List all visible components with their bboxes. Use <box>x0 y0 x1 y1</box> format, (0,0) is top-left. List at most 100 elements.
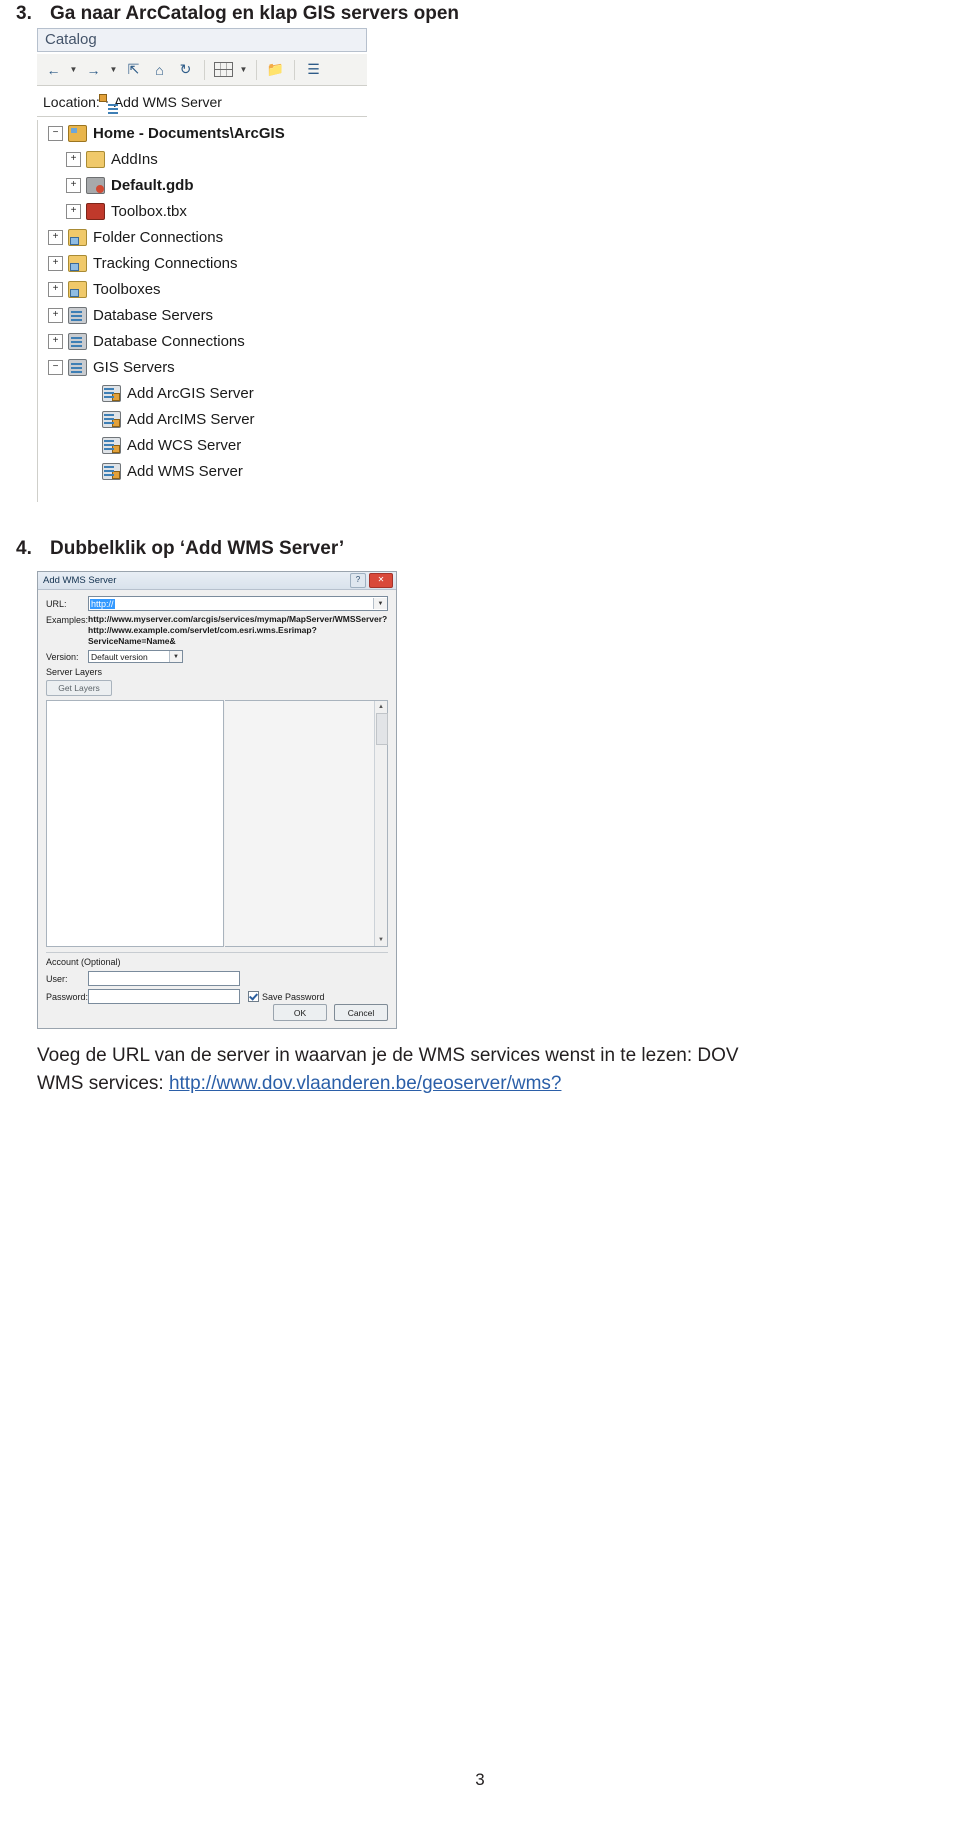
folder-connection-icon <box>68 228 87 246</box>
forward-chevron-down-icon[interactable]: ▼ <box>109 65 118 74</box>
password-row: Password: Save Password <box>46 989 388 1004</box>
collapse-icon[interactable]: − <box>48 359 63 375</box>
version-select[interactable]: Default version ▼ <box>88 650 183 663</box>
expand-icon[interactable]: + <box>66 203 81 219</box>
layer-details-scrollbar[interactable]: ▲ ▼ <box>374 701 388 946</box>
step-3-number: 3. <box>16 3 32 24</box>
expand-icon[interactable]: + <box>48 307 63 323</box>
toolboxes-icon <box>68 280 87 298</box>
step-3: 3. Ga naar ArcCatalog en klap GIS server… <box>16 2 459 26</box>
add-wms-server-icon <box>98 93 118 106</box>
home-folder-icon <box>68 124 87 142</box>
forward-arrow-icon[interactable]: → <box>83 59 104 80</box>
expand-icon[interactable]: + <box>66 151 81 167</box>
ok-button[interactable]: OK <box>273 1004 327 1021</box>
dialog-title: Add WMS Server <box>43 575 117 586</box>
server-layers-label: Server Layers <box>46 667 103 677</box>
list-view-icon[interactable] <box>213 59 234 80</box>
gis-servers-icon <box>68 358 87 376</box>
tree-item-8[interactable]: + Database Connections <box>38 328 367 354</box>
add-arcgis-server-icon <box>102 384 121 402</box>
tree-item-9[interactable]: − GIS Servers <box>38 354 367 380</box>
save-password-checkbox[interactable]: Save Password <box>248 991 325 1002</box>
geodatabase-icon <box>86 176 105 194</box>
scrollbar-thumb[interactable] <box>376 713 388 745</box>
url-input-value: http:// <box>90 598 115 609</box>
tree-item-3[interactable]: + Toolbox.tbx <box>38 198 367 224</box>
refresh-icon[interactable]: ↻ <box>175 59 196 80</box>
server-layer-details[interactable]: ▲ ▼ <box>225 700 388 947</box>
version-chevron-down-icon[interactable]: ▼ <box>169 651 182 662</box>
tree-item-label: Toolbox.tbx <box>111 202 187 220</box>
expand-icon[interactable]: + <box>48 333 63 349</box>
tree-item-label: Home - Documents\ArcGIS <box>93 124 285 142</box>
back-arrow-icon[interactable]: ← <box>43 59 64 80</box>
save-password-label: Save Password <box>262 991 325 1002</box>
step-4-text: Dubbelklik op ‘Add WMS Server’ <box>50 538 345 559</box>
expand-icon[interactable]: + <box>48 255 63 271</box>
dialog-footer: OK Cancel <box>273 1004 388 1021</box>
up-one-level-icon[interactable]: ⇱ <box>123 59 144 80</box>
dov-wms-link[interactable]: http://www.dov.vlaanderen.be/geoserver/w… <box>169 1073 562 1094</box>
collapse-icon[interactable]: − <box>48 125 63 141</box>
toolbar-divider <box>204 59 205 80</box>
catalog-tree[interactable]: − Home - Documents\ArcGIS + AddIns + Default.… <box>37 120 367 502</box>
close-icon[interactable]: ✕ <box>369 573 393 588</box>
catalog-location-bar[interactable]: Location: Add WMS Server <box>37 87 367 117</box>
location-label: Location: <box>43 93 100 110</box>
expand-icon[interactable]: + <box>48 281 63 297</box>
get-layers-button[interactable]: Get Layers <box>46 680 112 696</box>
step-4: 4. Dubbelklik op ‘Add WMS Server’ <box>16 537 344 561</box>
tree-item-12[interactable]: Add WCS Server <box>38 432 367 458</box>
step-3-text: Ga naar ArcCatalog en klap GIS servers o… <box>50 3 460 24</box>
tree-item-0[interactable]: − Home - Documents\ArcGIS <box>38 120 367 146</box>
tree-item-label: Add WCS Server <box>127 436 242 454</box>
version-row: Version: Default version ▼ <box>46 650 388 663</box>
organize-icon[interactable]: ☰ <box>303 59 324 80</box>
user-input[interactable] <box>88 971 240 986</box>
examples-text: http://www.myserver.com/arcgis/services/… <box>88 614 388 647</box>
expand-icon[interactable]: + <box>48 229 63 245</box>
password-input[interactable] <box>88 989 240 1004</box>
view-chevron-down-icon[interactable]: ▼ <box>239 65 248 74</box>
tree-item-2[interactable]: + Default.gdb <box>38 172 367 198</box>
connect-folder-icon[interactable]: 📁 <box>265 59 286 80</box>
tree-item-1[interactable]: + AddIns <box>38 146 367 172</box>
arccatalog-screenshot: Catalog ← ▼ → ▼ ⇱ ⌂ ↻ ▼ 📁 ☰ Location: Ad… <box>37 28 369 503</box>
instruction-paragraph: Voeg de URL van de server in waarvan je … <box>37 1042 937 1098</box>
scroll-up-icon[interactable]: ▲ <box>375 701 387 713</box>
tree-item-7[interactable]: + Database Servers <box>38 302 367 328</box>
tree-item-label: Tracking Connections <box>93 254 238 272</box>
tree-item-label: Folder Connections <box>93 228 224 246</box>
examples-label: Examples: <box>46 615 89 625</box>
url-chevron-down-icon[interactable]: ▼ <box>373 598 387 609</box>
cancel-button[interactable]: Cancel <box>334 1004 388 1021</box>
tree-item-label: Toolboxes <box>93 280 161 298</box>
checkbox-checked-icon <box>248 991 259 1002</box>
home-icon[interactable]: ⌂ <box>149 59 170 80</box>
tree-item-6[interactable]: + Toolboxes <box>38 276 367 302</box>
url-input[interactable]: http:// ▼ <box>88 596 388 611</box>
tree-item-4[interactable]: + Folder Connections <box>38 224 367 250</box>
server-layers-panel: ▲ ▼ <box>46 700 388 947</box>
tree-item-11[interactable]: Add ArcIMS Server <box>38 406 367 432</box>
tree-item-10[interactable]: Add ArcGIS Server <box>38 380 367 406</box>
tree-item-5[interactable]: + Tracking Connections <box>38 250 367 276</box>
expand-icon[interactable]: + <box>66 177 81 193</box>
tree-item-label: GIS Servers <box>93 358 175 376</box>
scroll-down-icon[interactable]: ▼ <box>375 934 387 946</box>
server-layers-list[interactable] <box>46 700 224 947</box>
tree-item-label: Add WMS Server <box>127 462 243 480</box>
back-chevron-down-icon[interactable]: ▼ <box>69 65 78 74</box>
tree-item-label: Database Servers <box>93 306 214 324</box>
user-row: User: <box>46 971 388 986</box>
help-icon[interactable]: ? <box>350 573 366 588</box>
folder-icon <box>86 150 105 168</box>
database-connection-icon <box>68 332 87 350</box>
tree-item-label: Add ArcIMS Server <box>127 410 255 428</box>
add-wms-server-dialog: Add WMS Server ? ✕ URL: http:// ▼ Exampl… <box>37 571 397 1029</box>
add-wms-server-icon <box>102 462 121 480</box>
tree-item-13[interactable]: Add WMS Server <box>38 458 367 484</box>
document-page: 3. Ga naar ArcCatalog en klap GIS server… <box>0 0 960 1832</box>
version-label: Version: <box>46 651 79 662</box>
